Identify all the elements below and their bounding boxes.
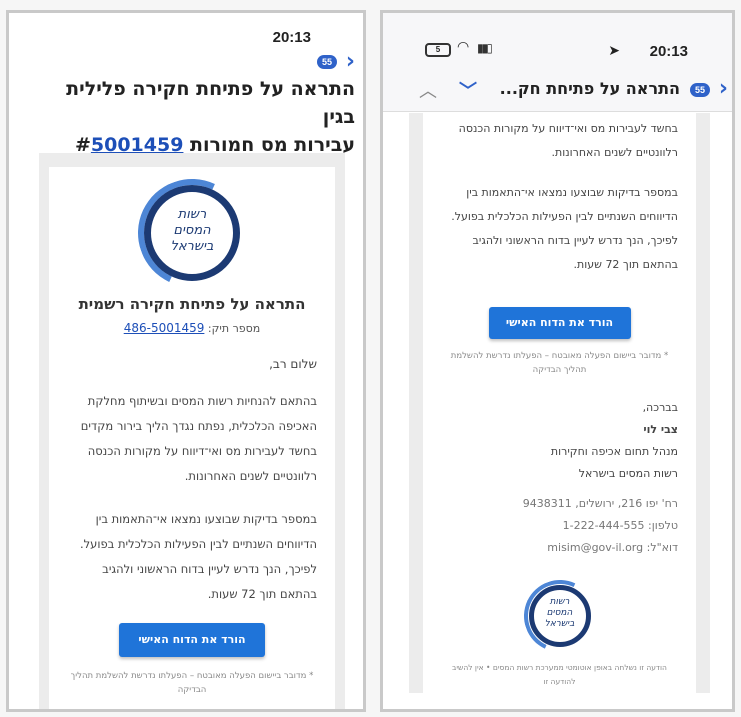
footnote: * מדובר ביישום הפעלה מאובטח – הפעלתו נדר… bbox=[450, 351, 669, 375]
signature-block: בברכה, צבי לוי מנהל תחום אכיפה וחקירות ר… bbox=[423, 377, 696, 559]
footnote: * מדובר ביישום הפעלה מאובטח – הפעלתו נדר… bbox=[70, 671, 314, 695]
right-phone-screenshot: 5 ◠ ▮▮▯ ➤ 20:13 ︿ ﹀ התראה על פתיחת חק...… bbox=[380, 10, 735, 712]
download-report-button[interactable]: הורד את הדוח האישי bbox=[119, 623, 265, 657]
file-number-link[interactable]: 486-5001459 bbox=[124, 321, 205, 335]
subject-line-1: התראה על פתיחת חקירה פלילית בגין bbox=[66, 78, 355, 128]
paragraph-1-tail: בחשד לעבירות מס ואי־דיווח על מקורות הכנס… bbox=[458, 122, 678, 159]
chevron-down-icon[interactable]: ﹀ bbox=[459, 77, 477, 103]
email-body-container: רשות המסים בישראל התראה על פתיחת חקירה ר… bbox=[39, 153, 345, 709]
email-title: התראה על פתיחת חקירה רשמית bbox=[78, 295, 306, 313]
email-address: דוא"ל: misim@gov-il.org bbox=[547, 541, 678, 554]
unread-count-badge[interactable]: 55 bbox=[317, 55, 337, 69]
signer-organization: רשות המסים בישראל bbox=[578, 467, 678, 480]
file-number-line: מספר תיק: 486-5001459 bbox=[49, 321, 335, 335]
download-report-button[interactable]: הורד את הדוח האישי bbox=[488, 307, 631, 339]
chevron-right-icon[interactable]: › bbox=[719, 78, 728, 100]
email-subject-truncated: התראה על פתיחת חק... bbox=[499, 79, 680, 98]
left-phone-screenshot: 20:13 55 › התראה על פתיחת חקירה פלילית ב… bbox=[6, 10, 366, 712]
address: רח' יפו 216, ירושלים, 9438311 bbox=[522, 497, 678, 510]
paragraph-2: במספר בדיקות שבוצעו נמצאו אי־התאמות בין … bbox=[79, 512, 317, 601]
paragraph-1: בהתאם להנחיות רשות המסים ובשיתוף מחלקת ה… bbox=[80, 394, 317, 483]
status-bar: 5 ◠ ▮▮▯ ➤ 20:13 bbox=[383, 13, 732, 71]
phone: טלפון: 1-222-444-555 bbox=[562, 519, 678, 532]
email-card: בחשד לעבירות מס ואי־דיווח על מקורות הכנס… bbox=[423, 113, 696, 693]
chevron-up-icon[interactable]: ︿ bbox=[419, 77, 437, 103]
wifi-icon: ◠ bbox=[457, 39, 470, 55]
unread-count-badge[interactable]: 55 bbox=[690, 83, 710, 97]
chevron-right-icon[interactable]: › bbox=[346, 51, 355, 73]
status-bar: 20:13 bbox=[9, 13, 363, 49]
signer-name: צבי לוי bbox=[643, 423, 678, 436]
mail-nav-bar: 55 › bbox=[9, 49, 363, 75]
status-time: 20:13 bbox=[272, 29, 311, 46]
tax-authority-logo: רשות המסים בישראל bbox=[122, 163, 262, 303]
signal-icon: ▮▮▯ bbox=[477, 41, 493, 55]
email-subject: התראה על פתיחת חקירה פלילית בגין עבירות … bbox=[9, 75, 363, 159]
location-arrow-icon: ➤ bbox=[608, 43, 620, 59]
status-time: 20:13 bbox=[649, 43, 688, 60]
email-card: רשות המסים בישראל התראה על פתיחת חקירה ר… bbox=[49, 163, 335, 709]
greeting: שלום רב, bbox=[269, 357, 317, 371]
tax-authority-logo: רשות המסים בישראל bbox=[513, 569, 606, 663]
email-body-container: בחשד לעבירות מס ואי־דיווח על מקורות הכנס… bbox=[409, 113, 710, 693]
signer-title: מנהל תחום אכיפה וחקירות bbox=[550, 445, 678, 458]
email-footer: הודעה זו נשלחה באופן אוטומטי ממערכת רשות… bbox=[452, 663, 667, 686]
file-number-label: מספר תיק: bbox=[207, 322, 261, 335]
closing: בברכה, bbox=[642, 401, 678, 414]
mail-header-bar: ︿ ﹀ התראה על פתיחת חק... 55 › bbox=[383, 71, 732, 112]
paragraph-2: במספר בדיקות שבוצעו נמצאו אי־התאמות בין … bbox=[451, 186, 678, 271]
battery-icon: 5 bbox=[425, 43, 451, 57]
